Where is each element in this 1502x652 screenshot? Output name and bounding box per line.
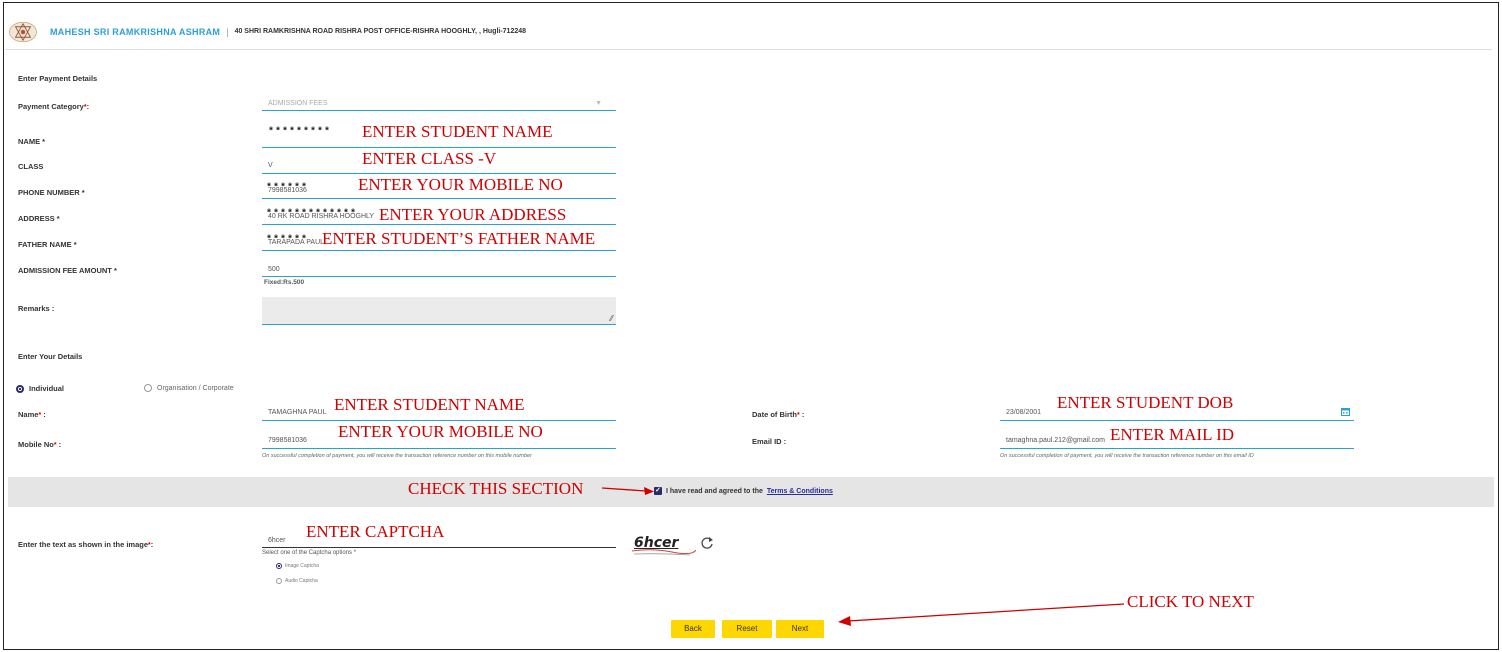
class-label: CLASS [18,162,44,171]
individual-radio[interactable]: Individual [16,384,64,393]
fee-amount-field[interactable]: 500 [262,262,616,277]
next-button[interactable]: Next [776,620,824,638]
payment-section-title: Enter Payment Details [18,74,98,83]
name-label: NAME * [18,137,46,146]
captcha-select-text: Select one of the Captcha options * [262,550,357,556]
annotation-captcha: ENTER CAPTCHA [306,522,445,541]
image-captcha-option[interactable]: Image Captcha [276,563,319,569]
org-address: 40 SHRI RAMKRISHNA ROAD RISHRA POST OFFI… [234,28,527,35]
dob-label: Date of Birth* : [752,410,805,419]
annotation-student-name: ENTER STUDENT NAME [362,122,553,141]
annotation-mobile-2: ENTER YOUR MOBILE NO [338,422,543,441]
details-name-value: TAMAGHNA PAUL [268,409,327,416]
radio-unselected-icon [144,384,152,392]
audio-captcha-option[interactable]: Audio Captcha [276,578,318,584]
details-section-title: Enter Your Details [18,352,83,361]
radio-unselected-icon [276,578,282,584]
resize-handle-icon[interactable]: ⁄⁄ [610,314,613,323]
ashram-logo-icon [9,21,37,42]
header-separator: | [226,26,229,37]
reset-button[interactable]: Reset [722,620,772,638]
details-name-label: Name* : [18,410,46,419]
annotation-father: ENTER STUDENT’S FATHER NAME [322,229,596,248]
phone-label: PHONE NUMBER * [18,188,85,197]
organisation-radio[interactable]: Organisation / Corporate [144,384,234,392]
remarks-textarea[interactable]: ⁄⁄ [262,297,616,325]
mobile-value: 7998581036 [268,437,307,444]
mobile-label: Mobile No* : [18,440,62,449]
chevron-down-icon: ▼ [595,100,602,107]
mobile-hint: On successful completion of payment, you… [262,453,532,459]
address-mask: ************* [266,209,358,220]
annotation-mail: ENTER MAIL ID [1110,425,1235,444]
audio-captcha-label: Audio Captcha [285,578,318,584]
radio-selected-icon [276,563,282,569]
org-name: MAHESH SRI RAMKRISHNA ASHRAM [50,26,221,37]
radio-selected-icon [16,384,24,393]
annotation-address: ENTER YOUR ADDRESS [379,205,567,224]
email-label: Email ID : [752,437,787,446]
fee-fixed-note: Fixed:Rs.500 [264,279,305,286]
captcha-image: 6hcer [632,534,696,556]
annotation-student-name-2: ENTER STUDENT NAME [334,395,525,414]
terms-text: I have read and agreed to the [666,487,763,495]
individual-label: Individual [29,384,65,393]
email-value: tamaghna.paul.212@gmail.com [1006,437,1105,444]
organisation-label: Organisation / Corporate [157,384,234,392]
captcha-value: 6hcer [268,537,286,544]
father-name-label: FATHER NAME * [18,240,77,249]
phone-mask: ****** [266,183,309,194]
annotation-mobile: ENTER YOUR MOBILE NO [358,175,563,194]
annotation-check: CHECK THIS SECTION [408,479,584,498]
dob-value: 23/08/2001 [1006,409,1042,416]
arrow-right-icon [601,487,654,495]
terms-link[interactable]: Terms & Conditions [767,488,833,495]
terms-agreement: ✓ I have read and agreed to the Terms & … [654,487,833,495]
class-value: V [268,162,273,169]
email-hint: On successful completion of payment, you… [1000,453,1254,459]
arrow-left-icon [838,603,1125,626]
father-name-mask: ****** [266,235,309,246]
annotation-next: CLICK TO NEXT [1127,592,1254,611]
address-label: ADDRESS * [18,214,60,223]
payment-category-select[interactable]: ADMISSION FEES ▼ [262,97,616,111]
refresh-captcha-icon[interactable] [700,536,714,550]
back-button[interactable]: Back [671,620,715,638]
name-value: ********* [268,127,332,138]
calendar-icon[interactable] [1341,407,1350,416]
header: MAHESH SRI RAMKRISHNA ASHRAM | 40 SHRI R… [6,14,1492,50]
annotation-class: ENTER CLASS -V [362,149,497,168]
image-captcha-label: Image Captcha [285,563,319,569]
payment-category-label: Payment Category*: [18,102,90,111]
captcha-noise-icon [632,549,696,556]
annotation-dob: ENTER STUDENT DOB [1057,393,1234,412]
page-frame [3,2,1499,650]
fee-amount-label: ADMISSION FEE AMOUNT * [18,266,117,275]
remarks-label: Remarks : [18,304,55,313]
captcha-label: Enter the text as shown in the image*: [18,540,154,549]
fee-amount-value: 500 [268,266,280,273]
payment-category-value: ADMISSION FEES [268,100,328,107]
